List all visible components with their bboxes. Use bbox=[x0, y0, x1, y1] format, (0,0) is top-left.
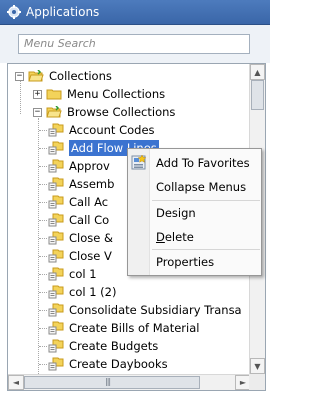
scroll-up-button[interactable]: ▲ bbox=[250, 64, 265, 80]
tree-connector bbox=[39, 220, 47, 221]
tree-connector bbox=[39, 130, 47, 131]
folder-icon bbox=[46, 88, 62, 100]
collection-item-icon bbox=[48, 249, 64, 263]
tree-connector bbox=[39, 328, 47, 329]
tree-item[interactable]: Call Ac bbox=[39, 193, 108, 211]
tree-item[interactable]: col 1 bbox=[39, 265, 97, 283]
collection-item-icon bbox=[48, 303, 64, 317]
tree-node-label: Menu Collections bbox=[67, 87, 166, 101]
scroll-left-button[interactable]: ◄ bbox=[8, 375, 24, 390]
tree-connector bbox=[39, 256, 47, 257]
tree-item-label: Create Bills of Material bbox=[69, 321, 200, 335]
tree-item[interactable]: Consolidate Subsidiary Transa bbox=[39, 301, 242, 319]
tree-item[interactable]: Create Bills of Material bbox=[39, 319, 199, 337]
collection-item-icon bbox=[48, 123, 64, 137]
menu-search-input[interactable]: Menu Search bbox=[18, 34, 250, 54]
tree-item-label: Consolidate Subsidiary Transa bbox=[69, 303, 242, 317]
collection-item-icon bbox=[48, 141, 64, 155]
scrollbar-corner bbox=[249, 374, 265, 390]
tree-node-collections[interactable]: − Collections bbox=[15, 67, 112, 85]
tree-connector bbox=[20, 80, 21, 114]
tree-item-label: Call Ac bbox=[69, 195, 109, 209]
tree-item-label: Close & bbox=[69, 231, 113, 245]
tree-item[interactable]: Account Codes bbox=[39, 121, 155, 139]
tree-item[interactable]: Close V bbox=[39, 247, 112, 265]
collection-item-icon bbox=[48, 321, 64, 335]
collection-item-icon bbox=[48, 231, 64, 245]
tree-connector bbox=[39, 202, 47, 203]
collection-item-icon bbox=[48, 213, 64, 227]
menu-item-properties[interactable]: Properties bbox=[128, 250, 261, 274]
vertical-scroll-thumb[interactable] bbox=[251, 80, 264, 110]
open-folder-icon bbox=[28, 69, 44, 82]
tree-connector bbox=[39, 238, 47, 239]
search-area: Menu Search bbox=[0, 25, 270, 63]
menu-item-label: Delete bbox=[156, 230, 194, 244]
tree-node-browse-collections[interactable]: − Browse Collections bbox=[33, 103, 175, 121]
tree-connector bbox=[39, 274, 47, 275]
tree-item[interactable]: Close & bbox=[39, 229, 113, 247]
tree-connector bbox=[39, 310, 47, 311]
panel-title: Applications bbox=[26, 5, 100, 19]
tree-connector bbox=[39, 148, 47, 149]
tree-item[interactable]: Approv bbox=[39, 157, 110, 175]
panel-titlebar: Applications bbox=[0, 0, 270, 25]
tree-item-label: Account Codes bbox=[69, 123, 155, 137]
tree-connector bbox=[39, 166, 47, 167]
horizontal-scroll-thumb[interactable]: ||| bbox=[24, 376, 200, 389]
tree-item-label: Create Daybooks bbox=[69, 357, 168, 371]
collection-item-icon bbox=[48, 357, 64, 371]
tree-connector bbox=[39, 364, 47, 365]
favorites-icon bbox=[131, 154, 147, 174]
menu-item-delete[interactable]: Delete bbox=[128, 225, 261, 249]
tree-node-label: Collections bbox=[49, 69, 112, 83]
tree-item-label: Assemb bbox=[69, 177, 115, 191]
expand-toggle[interactable]: + bbox=[33, 89, 42, 99]
collection-item-icon bbox=[48, 177, 64, 191]
collapse-toggle[interactable]: − bbox=[33, 107, 42, 117]
menu-item-label: Properties bbox=[156, 255, 215, 269]
horizontal-scrollbar[interactable]: ◄ ||| ► bbox=[8, 374, 251, 390]
tree-item-label: Close V bbox=[69, 249, 112, 263]
scroll-down-button[interactable]: ▼ bbox=[250, 358, 265, 374]
tree-connector bbox=[39, 292, 47, 293]
tree-connector bbox=[39, 184, 47, 185]
collection-item-icon bbox=[48, 285, 64, 299]
tree-item-label: Call Co bbox=[69, 213, 110, 227]
menu-item-label: Add To Favorites bbox=[156, 156, 250, 170]
tree-item-label: Create Budgets bbox=[69, 339, 159, 353]
open-folder-icon bbox=[46, 105, 62, 118]
tree-item[interactable]: Assemb bbox=[39, 175, 114, 193]
scroll-grip-icon: ||| bbox=[105, 377, 111, 386]
menu-item-label-rest: elete bbox=[164, 230, 194, 244]
tree-item[interactable]: col 1 (2) bbox=[39, 283, 116, 301]
menu-item-collapse-menus[interactable]: Collapse Menus bbox=[128, 175, 261, 199]
tree-item-label: Approv bbox=[69, 159, 110, 173]
collection-item-icon bbox=[48, 195, 64, 209]
applications-panel: Applications Menu Search − Collections + bbox=[0, 0, 270, 398]
collection-item-icon bbox=[48, 339, 64, 353]
collection-item-icon bbox=[48, 267, 64, 281]
menu-accelerator: D bbox=[156, 230, 165, 244]
tree-item[interactable]: Call Co bbox=[39, 211, 109, 229]
tree-item-label: col 1 (2) bbox=[69, 285, 117, 299]
collection-item-icon bbox=[48, 159, 64, 173]
menu-item-label: Design bbox=[156, 206, 196, 220]
menu-item-design[interactable]: Design bbox=[128, 201, 261, 225]
gear-icon bbox=[7, 5, 21, 19]
tree-node-label: Browse Collections bbox=[67, 105, 176, 119]
collapse-toggle[interactable]: − bbox=[15, 71, 24, 81]
menu-item-label: Collapse Menus bbox=[156, 180, 247, 194]
tree-node-menu-collections[interactable]: + Menu Collections bbox=[33, 85, 165, 103]
tree-connector bbox=[39, 346, 47, 347]
menu-item-add-to-favorites[interactable]: Add To Favorites bbox=[128, 151, 261, 175]
context-menu: Add To Favorites Collapse Menus Design D… bbox=[127, 148, 262, 276]
tree-item[interactable]: Create Budgets bbox=[39, 337, 158, 355]
tree-item-label: col 1 bbox=[69, 267, 97, 281]
tree-item[interactable]: Create Daybooks bbox=[39, 355, 168, 373]
